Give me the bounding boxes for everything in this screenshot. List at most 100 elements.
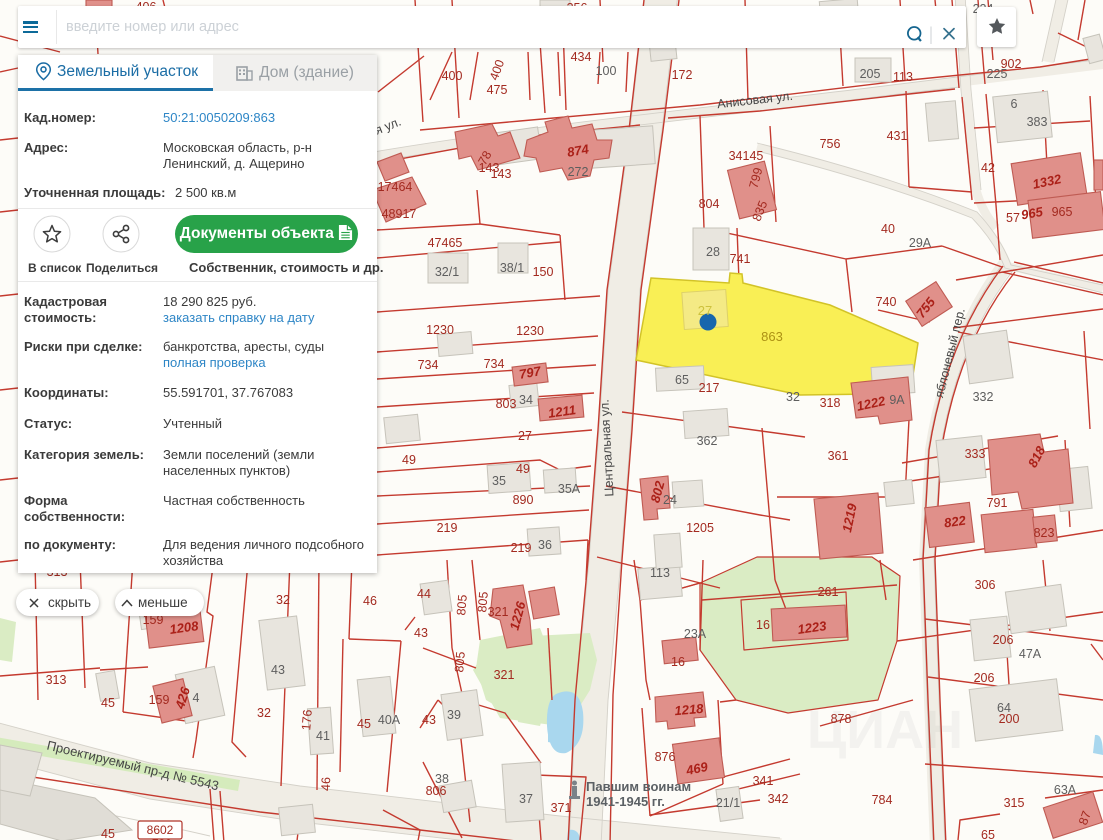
svg-text:47465: 47465 xyxy=(428,236,463,250)
svg-text:38: 38 xyxy=(435,772,449,786)
svg-text:804: 804 xyxy=(699,197,720,211)
svg-text:40: 40 xyxy=(881,222,895,236)
svg-text:784: 784 xyxy=(872,793,893,807)
svg-text:1218: 1218 xyxy=(674,701,705,719)
svg-text:37: 37 xyxy=(519,792,533,806)
svg-text:306: 306 xyxy=(975,578,996,592)
svg-text:318: 318 xyxy=(820,396,841,410)
svg-text:32: 32 xyxy=(786,390,800,404)
svg-text:28: 28 xyxy=(706,245,720,259)
svg-text:863: 863 xyxy=(761,329,783,344)
svg-text:734: 734 xyxy=(484,357,505,371)
svg-text:321: 321 xyxy=(488,605,509,619)
svg-text:29A: 29A xyxy=(909,236,932,250)
svg-text:49: 49 xyxy=(402,453,416,467)
svg-text:42: 42 xyxy=(981,161,995,175)
svg-text:756: 756 xyxy=(820,137,841,151)
svg-text:1230: 1230 xyxy=(426,323,454,337)
svg-text:805: 805 xyxy=(454,594,470,616)
svg-text:217: 217 xyxy=(699,381,720,395)
svg-text:225: 225 xyxy=(987,67,1008,81)
svg-text:64: 64 xyxy=(997,701,1011,715)
svg-text:1941-1945 гг.: 1941-1945 гг. xyxy=(586,794,665,809)
svg-text:34145: 34145 xyxy=(729,149,764,163)
svg-text:341: 341 xyxy=(753,774,774,788)
svg-text:362: 362 xyxy=(697,434,718,448)
svg-text:23A: 23A xyxy=(684,627,707,641)
svg-text:159: 159 xyxy=(149,693,170,707)
svg-text:38/1: 38/1 xyxy=(500,261,524,275)
svg-text:805: 805 xyxy=(452,651,468,673)
svg-text:890: 890 xyxy=(513,493,534,507)
svg-text:371: 371 xyxy=(551,801,572,815)
svg-text:45: 45 xyxy=(101,696,115,710)
svg-text:36: 36 xyxy=(538,538,552,552)
svg-text:261: 261 xyxy=(818,585,839,599)
svg-text:206: 206 xyxy=(974,671,995,685)
svg-text:63A: 63A xyxy=(1054,783,1077,797)
svg-text:100: 100 xyxy=(596,64,617,78)
svg-text:16: 16 xyxy=(671,655,685,669)
svg-text:65: 65 xyxy=(981,828,995,840)
svg-text:39: 39 xyxy=(447,708,461,722)
svg-text:475: 475 xyxy=(487,83,508,97)
svg-text:43: 43 xyxy=(271,663,285,677)
svg-text:206: 206 xyxy=(993,633,1014,647)
svg-text:172: 172 xyxy=(672,68,693,82)
svg-text:431: 431 xyxy=(887,129,908,143)
svg-text:176: 176 xyxy=(299,709,315,731)
svg-text:27: 27 xyxy=(698,303,712,318)
svg-text:9A: 9A xyxy=(889,393,905,407)
svg-text:400: 400 xyxy=(442,69,463,83)
svg-text:45: 45 xyxy=(101,827,115,840)
svg-text:315: 315 xyxy=(1004,796,1025,810)
svg-text:Павшим воинам: Павшим воинам xyxy=(586,779,691,794)
svg-text:806: 806 xyxy=(426,784,447,798)
svg-text:57: 57 xyxy=(1006,211,1020,225)
svg-text:272: 272 xyxy=(568,165,589,179)
svg-text:143: 143 xyxy=(491,167,512,181)
svg-text:34: 34 xyxy=(519,393,533,407)
svg-text:822: 822 xyxy=(943,512,967,530)
svg-text:383: 383 xyxy=(1027,115,1048,129)
svg-text:321: 321 xyxy=(494,668,515,682)
svg-text:876: 876 xyxy=(655,750,676,764)
svg-text:734: 734 xyxy=(418,358,439,372)
svg-text:150: 150 xyxy=(533,265,554,279)
svg-text:219: 219 xyxy=(437,521,458,535)
svg-text:1230: 1230 xyxy=(516,324,544,338)
svg-text:113: 113 xyxy=(650,566,670,580)
svg-text:16: 16 xyxy=(756,618,770,632)
svg-text:113: 113 xyxy=(893,70,913,84)
svg-text:ЦИАН: ЦИАН xyxy=(807,700,963,760)
svg-text:35A: 35A xyxy=(558,482,581,496)
svg-text:43: 43 xyxy=(414,626,428,640)
svg-text:40A: 40A xyxy=(378,713,401,727)
svg-text:741: 741 xyxy=(730,252,751,266)
svg-text:342: 342 xyxy=(768,792,789,806)
svg-text:41: 41 xyxy=(316,729,330,743)
svg-text:32: 32 xyxy=(257,706,271,720)
svg-text:27: 27 xyxy=(518,429,532,443)
svg-text:46: 46 xyxy=(363,594,377,608)
svg-text:434: 434 xyxy=(571,50,592,64)
svg-text:313: 313 xyxy=(46,673,67,687)
svg-text:205: 205 xyxy=(860,67,881,81)
svg-text:43: 43 xyxy=(422,713,436,727)
svg-text:46: 46 xyxy=(319,777,333,791)
svg-text:44: 44 xyxy=(417,587,431,601)
svg-text:361: 361 xyxy=(828,449,849,463)
svg-text:333: 333 xyxy=(965,447,986,461)
svg-text:49: 49 xyxy=(516,462,530,476)
svg-text:48917: 48917 xyxy=(382,207,417,221)
svg-text:24: 24 xyxy=(663,493,677,507)
svg-text:8602: 8602 xyxy=(147,823,174,837)
svg-text:47A: 47A xyxy=(1019,647,1042,661)
svg-text:6: 6 xyxy=(1011,97,1018,111)
svg-text:65: 65 xyxy=(675,373,689,387)
svg-text:791: 791 xyxy=(987,496,1008,510)
svg-text:32/1: 32/1 xyxy=(435,265,459,279)
svg-text:219: 219 xyxy=(511,541,532,555)
svg-text:805: 805 xyxy=(475,591,491,613)
svg-text:965: 965 xyxy=(1052,205,1073,219)
